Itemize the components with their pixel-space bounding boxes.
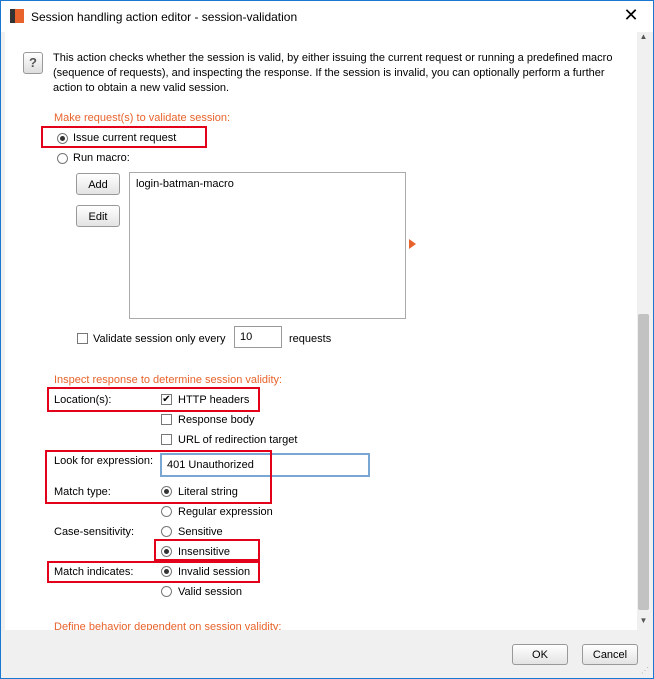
dialog-footer: OK Cancel ⋰ [1,630,653,678]
insensitive-radio[interactable] [161,546,172,557]
expression-input[interactable]: 401 Unauthorized [160,453,370,477]
editor-panel: ? This action checks whether the session… [5,32,637,630]
inspect-section-heading: Inspect response to determine session va… [54,374,283,386]
validate-requests-label: requests [289,333,332,345]
arrow-right-icon [409,239,416,249]
validate-every-label: Validate session only every [93,333,226,345]
validate-every-checkbox[interactable] [77,333,88,344]
request-section-heading: Make request(s) to validate session: [54,112,231,124]
response-body-checkbox[interactable] [161,414,172,425]
run-macro-label: Run macro: [73,152,130,164]
behavior-section-heading: Define behavior dependent on session val… [54,621,282,630]
help-text: This action checks whether the session i… [53,52,613,94]
macro-list[interactable]: login-batman-macro [129,172,406,319]
list-item[interactable]: login-batman-macro [136,178,234,190]
issue-current-label: Issue current request [73,132,177,144]
scroll-down-icon[interactable]: ▼ [637,616,650,630]
look-for-expression-label: Look for expression: [54,455,154,467]
redirect-url-checkbox[interactable] [161,434,172,445]
response-body-label: Response body [178,414,255,426]
scroll-up-icon[interactable]: ▲ [637,32,650,46]
sensitive-label: Sensitive [178,526,223,538]
vertical-scrollbar[interactable]: ▲ ▼ [637,32,650,630]
sensitive-radio[interactable] [161,526,172,537]
issue-current-radio[interactable] [57,133,68,144]
literal-string-label: Literal string [178,486,238,498]
insensitive-label: Insensitive [178,546,230,558]
app-icon [10,9,24,23]
cancel-button[interactable]: Cancel [582,644,638,665]
match-indicates-label: Match indicates: [54,566,134,578]
ok-button[interactable]: OK [512,644,568,665]
http-headers-checkbox[interactable]: ✔ [161,394,172,405]
valid-session-label: Valid session [178,586,242,598]
edit-button[interactable]: Edit [76,205,120,227]
valid-session-radio[interactable] [161,586,172,597]
run-macro-radio[interactable] [57,153,68,164]
title-bar: Session handling action editor - session… [1,1,653,32]
case-sensitivity-label: Case-sensitivity: [54,526,135,538]
regex-label: Regular expression [178,506,273,518]
window-title: Session handling action editor - session… [31,10,298,24]
help-icon[interactable]: ? [23,52,43,74]
invalid-session-radio[interactable] [161,566,172,577]
dialog-window: Session handling action editor - session… [0,0,654,679]
match-type-label: Match type: [54,486,111,498]
http-headers-label: HTTP headers [178,394,250,406]
add-button[interactable]: Add [76,173,120,195]
resize-grip-icon[interactable]: ⋰ [641,666,651,676]
literal-string-radio[interactable] [161,486,172,497]
regex-radio[interactable] [161,506,172,517]
redirect-url-label: URL of redirection target [178,434,298,446]
locations-label: Location(s): [54,394,112,406]
validate-every-input[interactable]: 10 [234,326,282,348]
close-icon[interactable]: ✕ [619,5,643,26]
invalid-session-label: Invalid session [178,566,251,578]
scroll-thumb[interactable] [638,314,649,610]
